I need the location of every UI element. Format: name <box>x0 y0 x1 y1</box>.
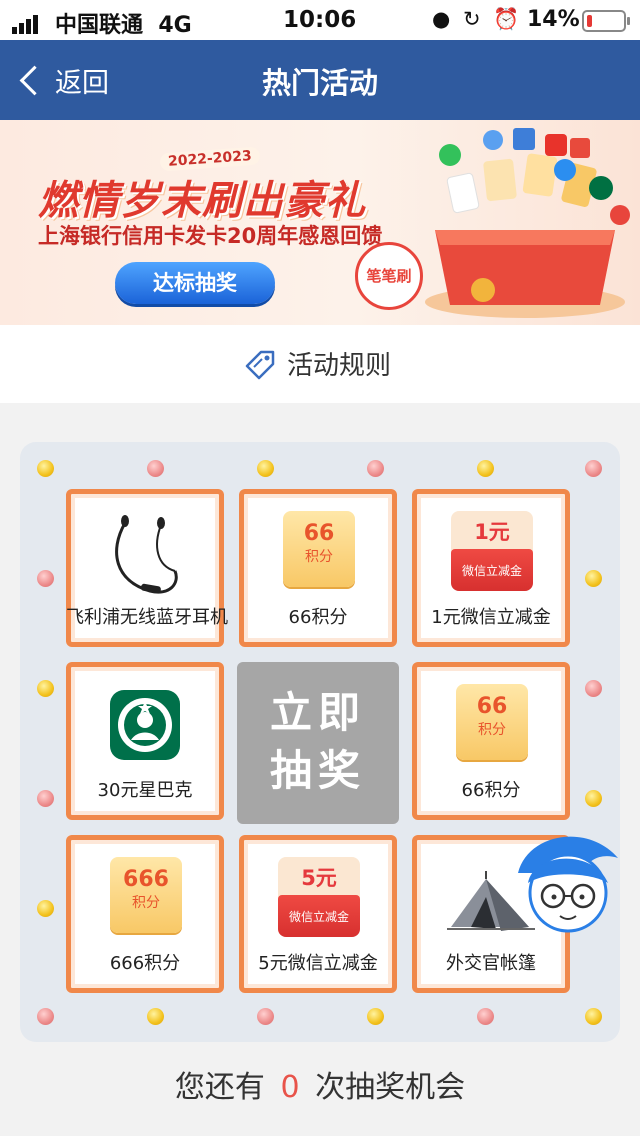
starbucks-logo-icon <box>110 690 180 760</box>
light-dot <box>37 570 54 587</box>
light-dot <box>37 790 54 807</box>
prize-cell-points-66: 66 积分 66积分 <box>412 662 570 820</box>
prize-label: 外交官帐篷 <box>446 953 536 974</box>
status-bar: 中国联通 4G 10:06 ● ↻ ⏰ 14% <box>0 0 640 40</box>
gift-box-illustration <box>425 128 630 318</box>
light-dot <box>585 790 602 807</box>
alarm-icon: ⏰ <box>493 7 523 31</box>
chances-count: 0 <box>280 1070 300 1105</box>
battery-icon <box>582 10 630 32</box>
packet-text: 微信立减金 <box>451 549 533 591</box>
packet-text: 微信立减金 <box>278 895 360 937</box>
packet-amount: 1元 <box>451 511 533 553</box>
tag-icon <box>245 350 275 379</box>
battery-percent: 14% <box>527 7 580 32</box>
draw-button-line2: 抽奖 <box>269 746 366 795</box>
prize-label: 飞利浦无线蓝牙耳机 <box>66 607 228 628</box>
draw-now-button[interactable]: 立即 抽奖 <box>237 662 399 824</box>
ticket-unit: 积分 <box>132 895 160 911</box>
chances-suffix: 次抽奖机会 <box>315 1070 466 1105</box>
light-dot <box>147 1008 164 1025</box>
mascot-icon <box>518 836 618 933</box>
ticket-unit: 积分 <box>478 722 506 738</box>
light-dot <box>257 1008 274 1025</box>
draw-button-line1: 立即 <box>269 688 366 737</box>
light-dot <box>37 900 54 917</box>
packet-amount: 5元 <box>278 857 360 899</box>
light-dot <box>367 1008 384 1025</box>
red-packet-icon: 1元 微信立减金 <box>451 511 533 591</box>
light-dot <box>477 1008 494 1025</box>
lottery-board: 飞利浦无线蓝牙耳机 66 积分 66积分 1元 微信立减金 1元微信立减金 30… <box>20 442 620 1042</box>
light-dot <box>585 460 602 477</box>
ticket-number: 66 <box>476 694 508 719</box>
prize-label: 66积分 <box>288 607 348 628</box>
points-ticket-icon: 66 积分 <box>283 511 355 587</box>
light-dot <box>37 1008 54 1025</box>
banner-headline: 燃情岁末刷出豪礼 <box>38 178 366 224</box>
points-ticket-icon: 666 积分 <box>110 857 182 933</box>
light-dot <box>37 680 54 697</box>
light-dot <box>585 1008 602 1025</box>
nav-bar: 返回 热门活动 <box>0 40 640 120</box>
prize-label: 1元微信立减金 <box>431 607 551 628</box>
rules-link[interactable]: 活动规则 <box>243 345 391 382</box>
remaining-chances: 您还有 0 次抽奖机会 <box>0 1062 640 1106</box>
prize-label: 666积分 <box>109 953 181 974</box>
rules-section: 活动规则 <box>0 325 640 403</box>
prize-cell-starbucks: 30元星巴克 <box>66 662 224 820</box>
light-dot <box>585 570 602 587</box>
light-dot <box>147 460 164 477</box>
ticket-unit: 积分 <box>305 549 333 565</box>
prize-label: 5元微信立减金 <box>258 953 378 974</box>
rotation-lock-icon: ↻ <box>463 7 484 31</box>
prize-cell-earphones: 飞利浦无线蓝牙耳机 <box>66 489 228 647</box>
carrier-label: 中国联通 4G <box>55 13 192 38</box>
ticket-number: 66 <box>303 521 335 546</box>
promo-banner[interactable]: 2022-2023 燃情岁末刷出豪礼 上海银行信用卡发卡20周年感恩回馈 达标抽… <box>0 120 640 325</box>
prize-cell-points-66: 66 积分 66积分 <box>239 489 397 647</box>
light-dot <box>585 680 602 697</box>
light-dot <box>257 460 274 477</box>
rules-label: 活动规则 <box>287 351 392 381</box>
points-ticket-icon: 66 积分 <box>456 684 528 760</box>
ticket-number: 666 <box>123 867 169 892</box>
red-packet-icon: 5元 微信立减金 <box>278 857 360 937</box>
signal-icon <box>12 9 40 34</box>
page-title: 热门活动 <box>261 66 378 100</box>
banner-subtitle: 上海银行信用卡发卡20周年感恩回馈 <box>38 224 383 248</box>
light-dot <box>367 460 384 477</box>
prize-label: 66积分 <box>461 780 521 801</box>
clock: 10:06 <box>283 7 357 33</box>
prize-label: 30元星巴克 <box>97 780 193 801</box>
prize-cell-wechat-5: 5元 微信立减金 5元微信立减金 <box>239 835 397 993</box>
prize-cell-points-666: 666 积分 666积分 <box>66 835 224 993</box>
earphones-icon <box>115 515 178 594</box>
qualify-draw-button[interactable]: 达标抽奖 <box>115 262 275 304</box>
battery-level <box>587 15 592 27</box>
prize-cell-wechat-1: 1元 微信立减金 1元微信立减金 <box>412 489 570 647</box>
person-icon: ● <box>432 7 454 31</box>
light-dot <box>477 460 494 477</box>
light-dot <box>37 460 54 477</box>
chances-prefix: 您还有 <box>174 1070 265 1105</box>
